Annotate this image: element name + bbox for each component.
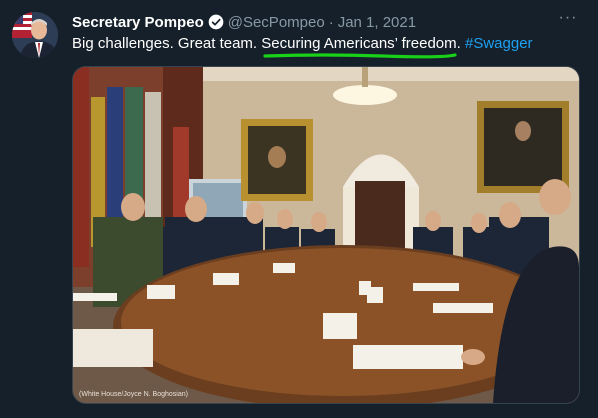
author-name[interactable]: Secretary Pompeo (72, 14, 204, 31)
tweet-text: Big challenges. Great team. Securing Ame… (72, 35, 533, 52)
avatar-image (12, 12, 58, 58)
header-separator: · (328, 13, 334, 31)
tweet-text-lead: Big challenges. Great team. (72, 35, 262, 52)
tweet-header: Secretary Pompeo @SecPompeo · Jan 1, 202… (72, 12, 416, 32)
tweet-actions-bar (72, 408, 578, 418)
verified-badge-icon (208, 14, 224, 30)
tweet-photo[interactable]: (White House/Joyce N. Boghosian) (72, 66, 580, 404)
tweet-date[interactable]: Jan 1, 2021 (338, 14, 416, 31)
hashtag-link[interactable]: #Swagger (465, 35, 533, 52)
tweet[interactable]: Secretary Pompeo @SecPompeo · Jan 1, 202… (0, 0, 598, 418)
highlight-underline (263, 53, 457, 59)
more-options-icon[interactable]: ··· (558, 10, 578, 30)
photo-credit: (White House/Joyce N. Boghosian) (79, 391, 188, 398)
avatar[interactable] (12, 12, 58, 58)
meeting-photo (73, 67, 579, 403)
tweet-text-highlight: Securing Americans’ freedom. (261, 35, 461, 52)
author-handle[interactable]: @SecPompeo (228, 14, 325, 31)
